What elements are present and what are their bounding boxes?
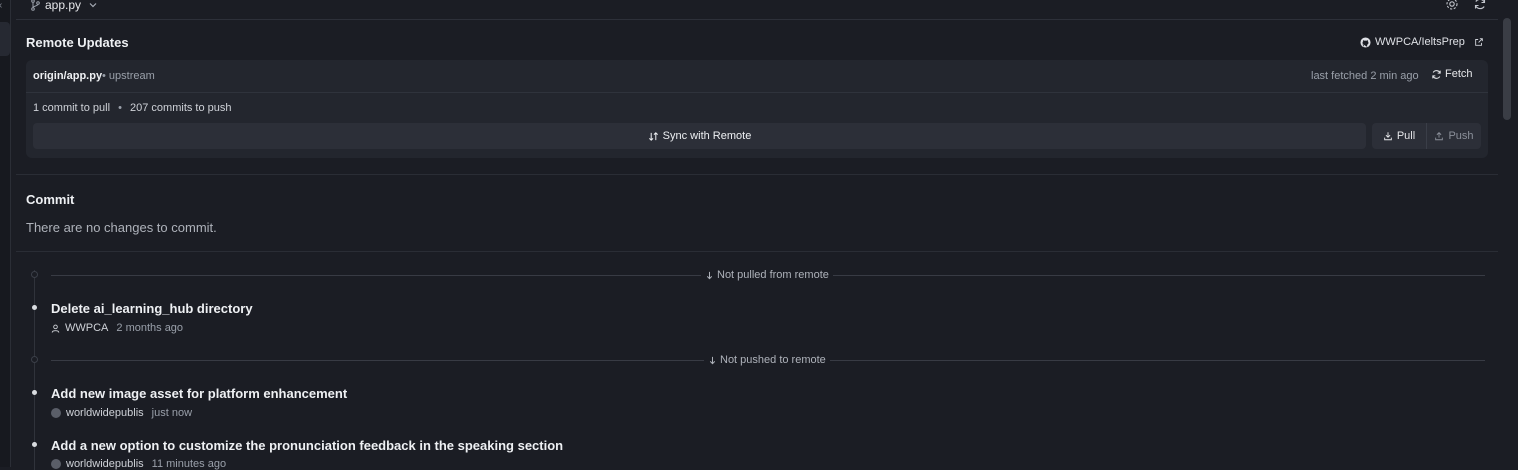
commit-bullet [32,305,37,310]
upstream-branch-name: origin/app.py [33,70,103,82]
commit-time: 2 months ago [116,322,184,334]
summary-separator: • [118,102,122,114]
push-icon [1435,132,1444,141]
not-pulled-label: Not pulled from remote [701,269,833,281]
chevron-down-icon [89,3,97,8]
github-icon [1360,36,1371,48]
sync-label: Sync with Remote [662,130,752,142]
commit-bullet [32,442,37,447]
timeline-ring [31,356,38,363]
file-name: app.py [45,0,82,12]
repo-name: WWPCA/IeltsPrep [1375,36,1465,48]
commit-meta: worldwidepublis 11 minutes ago [51,458,226,470]
commit-author: worldwidepublis [66,407,144,419]
topbar: app.py [16,0,1498,20]
commit-meta: WWPCA 2 months ago [51,322,183,334]
commit-message[interactable]: Add new image asset for platform enhance… [51,386,347,401]
fetch-label: Fetch [1445,68,1473,80]
timeline-line [34,270,35,470]
arrow-down-icon [706,271,713,279]
not-pulled-text: Not pulled from remote [717,269,829,281]
arrow-down-icon [709,356,716,364]
upstream-tag: • upstream [102,70,155,82]
remote-card: origin/app.py • upstream last fetched 2 … [26,60,1488,158]
section-divider [16,251,1498,252]
source-control-panel: app.py Remote Updates WWPCA/IeltsPrep or… [16,0,1498,470]
commit-bullet [32,390,37,395]
sync-summary: 1 commit to pull • 207 commits to push [33,102,232,114]
push-button[interactable]: Push [1427,123,1481,149]
chevron-left-icon[interactable]: ‹ [0,0,2,11]
repo-link[interactable]: WWPCA/IeltsPrep [1360,36,1484,48]
section-divider [16,174,1498,175]
avatar [51,408,61,418]
file-selector[interactable]: app.py [30,0,98,12]
fetch-icon [1432,69,1441,79]
external-link-icon [1475,38,1483,46]
commit-title: Commit [26,192,75,207]
user-icon [51,324,60,333]
not-pushed-text: Not pushed to remote [720,354,826,366]
sync-icon [648,131,658,141]
commit-time: just now [151,407,193,419]
commit-message[interactable]: Delete ai_learning_hub directory [51,301,253,316]
pull-label: Pull [1396,130,1416,142]
commit-time: 11 minutes ago [151,458,227,470]
commit-message[interactable]: Add a new option to customize the pronun… [51,438,563,453]
rail-tab[interactable] [0,22,10,56]
avatar [51,459,61,469]
scrollbar-thumb[interactable] [1503,18,1511,120]
last-fetched-text: last fetched 2 min ago [1311,70,1419,82]
scrollbar[interactable] [1502,0,1512,467]
fetch-button[interactable]: Fetch [1431,68,1473,80]
commit-author: worldwidepublis [66,458,144,470]
remote-card-header: origin/app.py • upstream last fetched 2 … [26,60,1488,93]
left-rail: ‹ [0,0,11,467]
commit-author: WWPCA [65,322,109,334]
pull-button[interactable]: Pull [1372,123,1427,149]
push-count: 207 commits to push [130,102,232,114]
gear-icon[interactable] [1445,0,1459,11]
commit-meta: worldwidepublis just now [51,407,192,419]
push-label: Push [1448,130,1474,142]
sync-with-remote-button[interactable]: Sync with Remote [33,123,1366,149]
not-pushed-label: Not pushed to remote [704,354,830,366]
pull-count: 1 commit to pull [33,102,111,114]
timeline-ring [31,271,38,278]
refresh-icon[interactable] [1473,0,1487,11]
remote-updates-title: Remote Updates [26,35,129,50]
branch-icon [31,0,40,11]
pull-push-group: Pull Push [1372,123,1481,149]
commit-empty-message: There are no changes to commit. [26,220,217,235]
pull-icon [1384,132,1392,141]
